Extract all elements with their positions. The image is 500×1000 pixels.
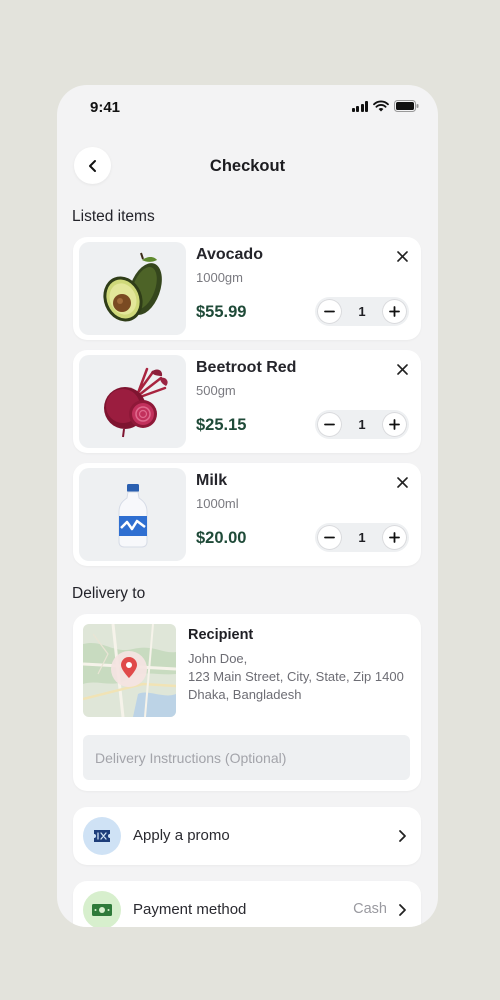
ticket-icon xyxy=(83,817,121,855)
item-name: Avocado xyxy=(196,246,263,263)
listed-items-heading: Listed items xyxy=(72,208,155,225)
recipient-name: John Doe, xyxy=(188,651,248,666)
plus-icon xyxy=(389,306,400,317)
decrease-quantity-button[interactable] xyxy=(317,525,342,550)
milk-bottle-image xyxy=(79,468,186,561)
chevron-right-icon xyxy=(399,830,406,842)
wifi-icon xyxy=(373,100,389,112)
item-name: Beetroot Red xyxy=(196,359,297,376)
payment-method-value: Cash xyxy=(353,901,387,917)
quantity-value: 1 xyxy=(358,304,366,319)
decrease-quantity-button[interactable] xyxy=(317,412,342,437)
close-icon xyxy=(396,250,408,262)
quantity-stepper: 1 xyxy=(315,297,409,326)
phone-screen: 9:41 Checkout Listed items Avocado 1000g… xyxy=(57,85,438,927)
item-price: $55.99 xyxy=(196,303,247,321)
cart-item-milk: Milk 1000ml $20.00 1 xyxy=(73,463,421,566)
remove-item-button[interactable] xyxy=(393,247,411,265)
address-line-2: Dhaka, Bangladesh xyxy=(188,687,302,702)
plus-icon xyxy=(389,419,400,430)
quantity-value: 1 xyxy=(358,530,366,545)
cart-item-avocado: Avocado 1000gm $55.99 1 xyxy=(73,237,421,340)
payment-method-row[interactable]: Payment method Cash xyxy=(73,881,421,927)
recipient-title: Recipient xyxy=(188,627,254,643)
avocado-image xyxy=(79,242,186,335)
status-bar: 9:41 xyxy=(57,85,438,129)
delivery-instructions-input[interactable] xyxy=(83,735,410,780)
increase-quantity-button[interactable] xyxy=(381,299,407,324)
battery-icon xyxy=(394,100,419,112)
item-price: $25.15 xyxy=(196,416,247,434)
quantity-value: 1 xyxy=(358,417,366,432)
item-weight: 1000gm xyxy=(196,270,243,285)
status-icons xyxy=(351,100,420,112)
close-icon xyxy=(396,476,408,488)
status-time: 9:41 xyxy=(90,99,121,116)
minus-icon xyxy=(324,423,335,426)
cellular-signal-icon xyxy=(351,100,368,112)
delivery-card: Recipient John Doe, 123 Main Street, Cit… xyxy=(73,614,421,791)
minus-icon xyxy=(324,536,335,539)
increase-quantity-button[interactable] xyxy=(381,525,407,550)
minus-icon xyxy=(324,310,335,313)
quantity-stepper: 1 xyxy=(315,410,409,439)
increase-quantity-button[interactable] xyxy=(381,412,407,437)
payment-method-label: Payment method xyxy=(133,901,247,918)
address-line-1: 123 Main Street, City, State, Zip 1400 xyxy=(188,669,404,684)
delivery-map[interactable] xyxy=(83,624,176,717)
delivery-to-heading: Delivery to xyxy=(72,585,146,602)
quantity-stepper: 1 xyxy=(315,523,409,552)
item-weight: 500gm xyxy=(196,383,236,398)
remove-item-button[interactable] xyxy=(393,360,411,378)
item-volume: 1000ml xyxy=(196,496,239,511)
chevron-right-icon xyxy=(399,904,406,916)
page-title: Checkout xyxy=(209,157,286,175)
decrease-quantity-button[interactable] xyxy=(317,299,342,324)
remove-item-button[interactable] xyxy=(393,473,411,491)
plus-icon xyxy=(389,532,400,543)
apply-promo-row[interactable]: Apply a promo xyxy=(73,807,421,865)
item-price: $20.00 xyxy=(196,529,247,547)
apply-promo-label: Apply a promo xyxy=(133,827,230,844)
close-icon xyxy=(396,363,408,375)
cart-item-beetroot: Beetroot Red 500gm $25.15 1 xyxy=(73,350,421,453)
beetroot-image xyxy=(79,355,186,448)
cash-icon xyxy=(83,891,121,927)
item-name: Milk xyxy=(196,472,228,489)
